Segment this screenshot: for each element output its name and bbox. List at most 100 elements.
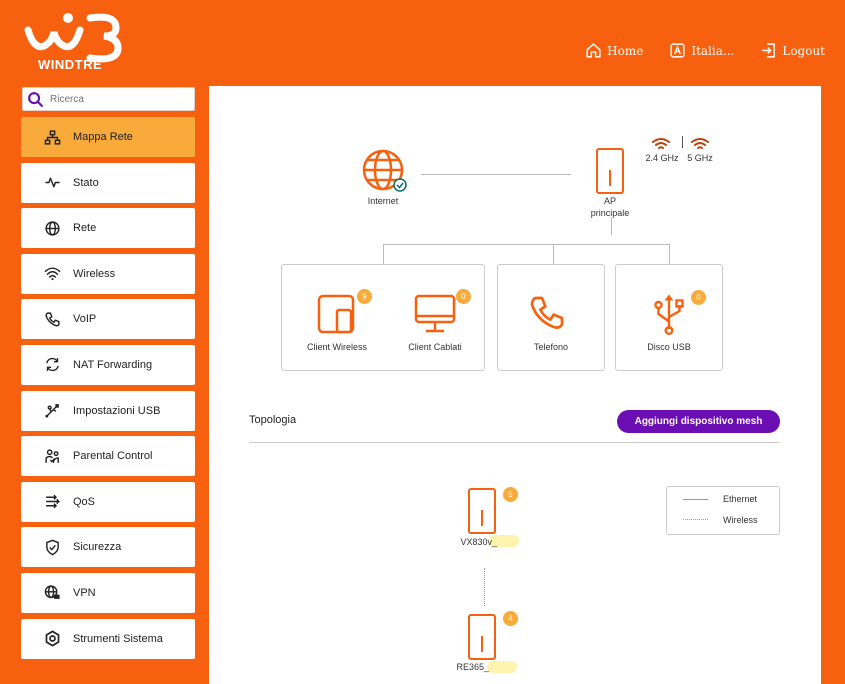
home-link[interactable]: Home	[585, 42, 643, 59]
pulse-icon	[43, 174, 61, 192]
router-icon	[596, 148, 624, 194]
internet-ap-link	[421, 174, 571, 175]
home-icon	[586, 43, 601, 58]
usb-node[interactable]	[651, 293, 687, 339]
sidebar-item-label: VPN	[73, 586, 96, 599]
client-wireless-node[interactable]	[317, 294, 357, 338]
internet-node[interactable]	[361, 148, 407, 198]
desktop-icon	[414, 294, 456, 333]
legend-wireless-line	[683, 519, 708, 520]
usb-count: 0	[691, 290, 706, 305]
sidebar-item-label: Wireless	[73, 267, 116, 280]
topology-title: Topologia	[249, 414, 297, 426]
topology-legend: Ethernet Wireless	[666, 486, 780, 535]
language-icon	[670, 43, 685, 58]
branch-right	[669, 244, 670, 264]
top-navigation: Home Italia... Logout	[585, 42, 825, 59]
branch-mid	[553, 244, 554, 264]
usb-icon	[43, 402, 61, 420]
sidebar-item-label: Sicurezza	[73, 541, 122, 554]
sidebar-item-mappa-rete[interactable]: Mappa Rete	[21, 117, 195, 157]
ap-device[interactable]	[595, 148, 625, 198]
refresh-icon	[43, 356, 61, 374]
phone-icon	[530, 296, 564, 329]
internet-label: Internet	[367, 196, 399, 206]
sidebar-item-qos[interactable]: QoS	[21, 481, 195, 522]
mesh-node-main[interactable]	[467, 488, 497, 538]
client-wired-node[interactable]	[414, 294, 456, 338]
ap-label-2: principale	[590, 208, 630, 218]
phone-label[interactable]: Telefono	[509, 342, 593, 352]
phone-icon	[43, 310, 61, 328]
usb-icon	[654, 294, 684, 335]
search-box	[22, 87, 195, 111]
legend-ethernet-label: Ethernet	[723, 494, 758, 504]
sidebar-item-nat-forwarding[interactable]: NAT Forwarding	[21, 344, 195, 385]
language-label: Italia...	[691, 43, 735, 58]
sidebar-item-vpn[interactable]: VPN	[21, 572, 195, 613]
client-wired-label[interactable]: Client Cablati	[397, 342, 473, 352]
sidebar-item-parental-control[interactable]: Parental Control	[21, 436, 195, 477]
sidebar-item-label: VoIP	[73, 313, 97, 326]
sidebar-item-voip[interactable]: VoIP	[21, 299, 195, 340]
qos-icon	[43, 493, 61, 511]
client-wireless-count: 9	[357, 289, 372, 304]
usb-label[interactable]: Disco USB	[627, 342, 711, 352]
client-wireless-label[interactable]: Client Wireless	[297, 342, 377, 352]
mesh-node-main-count: 5	[503, 487, 518, 502]
mesh-wireless-link	[484, 568, 485, 606]
redacted-highlight	[487, 661, 517, 673]
wifi-icon	[43, 265, 61, 283]
router-icon	[468, 614, 496, 660]
vpn-icon	[43, 584, 61, 602]
legend-ethernet-line	[683, 499, 708, 500]
branch-left	[383, 244, 384, 264]
branch-link	[383, 244, 670, 245]
sidebar-item-rete[interactable]: Rete	[21, 208, 195, 249]
client-wired-count: 0	[456, 289, 471, 304]
mesh-node-repeater-count: 4	[503, 611, 518, 626]
logout-icon	[762, 43, 776, 58]
sidebar-item-label: NAT Forwarding	[73, 358, 153, 371]
sidebar-item-label: Parental Control	[73, 450, 153, 463]
sidebar-item-label: Impostazioni USB	[73, 404, 161, 417]
main-panel: Internet AP principale 2.4 GHz 5 GHz 9 C…	[209, 86, 821, 684]
logout-link[interactable]: Logout	[760, 42, 825, 59]
band-24-label: 2.4 GHz	[645, 153, 679, 163]
language-selector[interactable]: Italia...	[669, 42, 734, 59]
ap-label-1: AP	[603, 196, 616, 206]
sidebar: Mappa Rete Stato Rete Wireless VoIP NAT …	[21, 117, 195, 664]
band-5-label: 5 GHz	[687, 153, 713, 163]
search-icon	[28, 91, 43, 107]
brand-name: WINDTRE	[38, 57, 103, 72]
ap-down-link	[611, 218, 612, 235]
sidebar-item-label: Mappa Rete	[73, 131, 133, 143]
family-icon	[43, 447, 61, 465]
sidebar-item-sicurezza[interactable]: Sicurezza	[21, 527, 195, 568]
search-input[interactable]	[50, 93, 190, 105]
sidebar-item-impostazioni-usb[interactable]: Impostazioni USB	[21, 390, 195, 431]
mesh-node-main-name: VX830v_	[460, 537, 497, 547]
sidebar-item-wireless[interactable]: Wireless	[21, 253, 195, 294]
phone-node[interactable]	[527, 293, 567, 337]
sidebar-item-label: Stato	[73, 176, 99, 189]
logout-label: Logout	[782, 43, 825, 58]
band-divider	[682, 136, 683, 148]
shield-icon	[43, 538, 61, 556]
sidebar-item-label: Strumenti Sistema	[73, 632, 163, 645]
add-mesh-device-button[interactable]: Aggiungi dispositivo mesh	[617, 410, 780, 433]
globe-icon	[43, 219, 61, 237]
legend-wireless-label: Wireless	[723, 515, 758, 525]
tools-icon	[43, 630, 61, 648]
router-icon	[468, 488, 496, 534]
globe-icon	[362, 149, 407, 192]
topology-divider	[249, 442, 780, 443]
sidebar-item-strumenti-sistema[interactable]: Strumenti Sistema	[21, 618, 195, 659]
mesh-node-repeater-name: RE365_	[456, 662, 489, 672]
home-label: Home	[607, 43, 644, 58]
sidebar-item-label: QoS	[73, 495, 96, 508]
network-map-icon	[43, 128, 61, 146]
sidebar-item-label: Rete	[73, 222, 97, 235]
mesh-node-repeater[interactable]	[467, 614, 497, 664]
sidebar-item-stato[interactable]: Stato	[21, 162, 195, 203]
